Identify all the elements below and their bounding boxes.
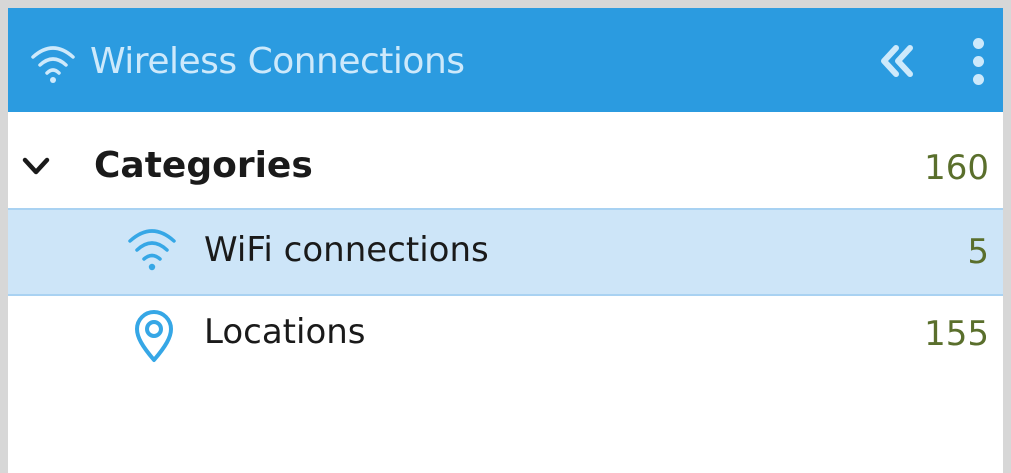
collapse-panel-button[interactable] <box>876 38 918 84</box>
tree-item-locations[interactable]: Locations 155 <box>8 298 1003 384</box>
double-chevron-left-icon <box>881 45 913 77</box>
wifi-icon <box>31 46 75 83</box>
categories-label: Categories <box>94 145 313 186</box>
categories-count: 160 <box>924 148 989 188</box>
wireless-connections-panel: Wireless Connections Categories 160 WiFi… <box>8 8 1003 473</box>
tree-node-categories[interactable]: Categories 160 <box>8 126 1003 212</box>
wifi-icon <box>128 229 176 271</box>
panel-menu-button[interactable] <box>966 34 992 90</box>
panel-title: Wireless Connections <box>90 41 465 82</box>
locations-count: 155 <box>924 314 989 354</box>
location-pin-icon <box>135 310 173 362</box>
wifi-connections-count: 5 <box>967 232 989 272</box>
vertical-ellipsis-icon <box>973 38 984 49</box>
tree-item-wifi-connections[interactable]: WiFi connections 5 <box>8 208 1003 296</box>
locations-label: Locations <box>204 312 366 352</box>
wifi-connections-label: WiFi connections <box>204 230 489 270</box>
panel-header: Wireless Connections <box>8 8 1003 112</box>
chevron-down-icon[interactable] <box>20 150 52 182</box>
